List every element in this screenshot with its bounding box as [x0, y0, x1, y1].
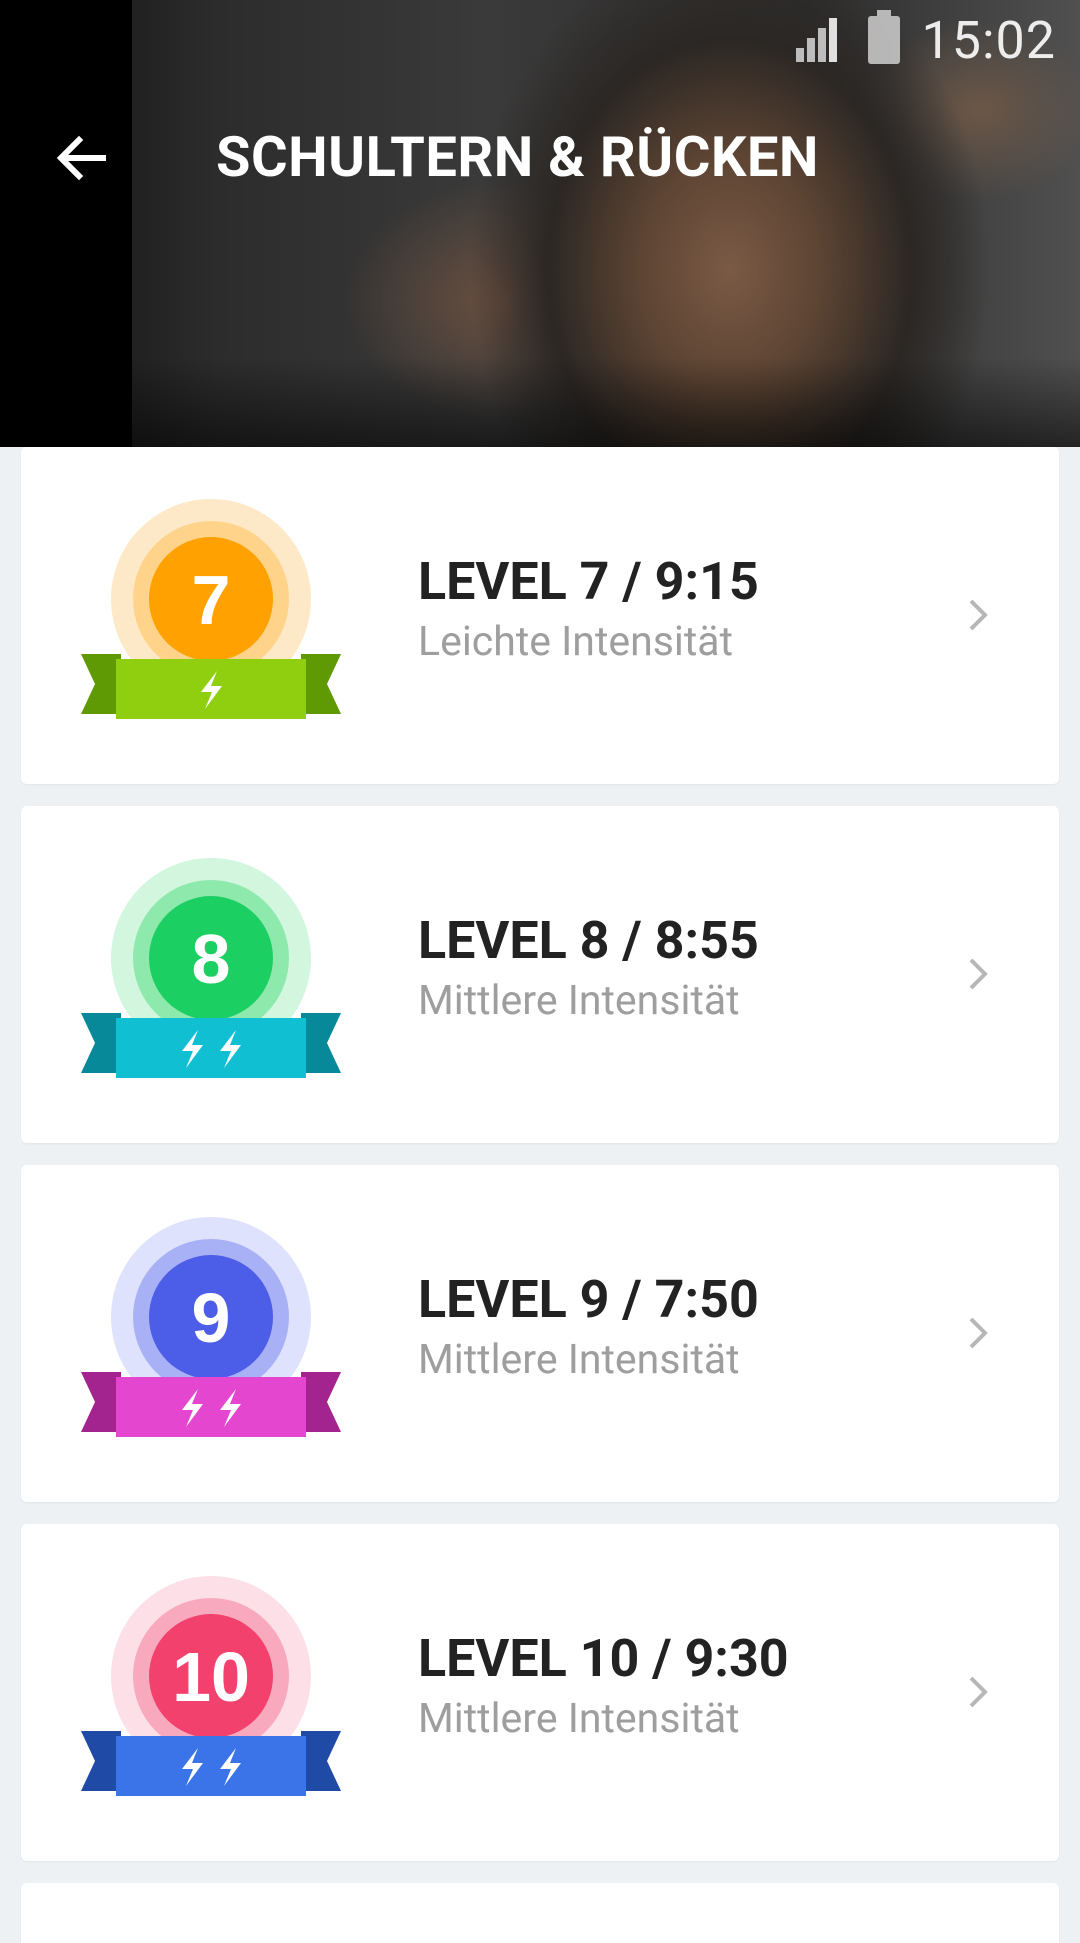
ribbon-band: [116, 1018, 306, 1078]
signal-icon: [795, 16, 846, 64]
badge-number: 10: [172, 1638, 250, 1716]
chevron-right-icon: [969, 1317, 988, 1349]
level-intensity: Leichte Intensität: [418, 618, 734, 666]
level-card-10[interactable]: 10 LEVEL 10 / 9:30 Mittlere Intensität: [21, 1524, 1059, 1861]
level-card-7[interactable]: 7 LEVEL 7 / 9:15 Leichte Intensität: [21, 447, 1059, 784]
level-badge: 8: [81, 858, 341, 1078]
level-title: LEVEL 7 / 9:15: [418, 551, 759, 612]
level-badge: 7: [81, 499, 341, 719]
battery-icon: [867, 10, 900, 64]
level-intensity: Mittlere Intensität: [418, 977, 740, 1025]
level-card-8[interactable]: 8 LEVEL 8 / 8:55 Mittlere Intensität: [21, 806, 1059, 1143]
level-title: LEVEL 9 / 7:50: [418, 1269, 759, 1330]
ribbon-tail-right: [301, 1372, 341, 1432]
ribbon-band: [116, 1736, 306, 1796]
chevron-right-icon: [969, 599, 988, 631]
header-banner: 15:02 SCHULTERN & RÜCKEN: [0, 0, 1080, 447]
ribbon-tail-left: [81, 654, 121, 714]
chevron-right-icon: [969, 958, 988, 990]
level-card-9[interactable]: 9 LEVEL 9 / 7:50 Mittlere Intensität: [21, 1165, 1059, 1502]
ribbon-tail-left: [81, 1372, 121, 1432]
ribbon-tail-right: [301, 654, 341, 714]
page-title: SCHULTERN & RÜCKEN: [216, 124, 819, 190]
badge-number: 7: [192, 561, 231, 639]
level-title: LEVEL 10 / 9:30: [418, 1628, 789, 1689]
arrow-left-icon: [56, 135, 106, 181]
badge-number: 9: [192, 1279, 231, 1357]
status-bar: 15:02: [795, 8, 1057, 72]
ribbon-tail-right: [301, 1731, 341, 1791]
ribbon-tail-left: [81, 1731, 121, 1791]
ribbon-tail-left: [81, 1013, 121, 1073]
level-intensity: Mittlere Intensität: [418, 1695, 740, 1743]
level-intensity: Mittlere Intensität: [418, 1336, 740, 1384]
status-time: 15:02: [921, 9, 1056, 71]
level-badge: 10: [81, 1576, 341, 1796]
level-card-11[interactable]: [21, 1883, 1059, 1943]
chevron-right-icon: [969, 1676, 988, 1708]
level-badge: 9: [81, 1217, 341, 1437]
back-button[interactable]: [46, 118, 116, 198]
ribbon-tail-right: [301, 1013, 341, 1073]
badge-number: 8: [192, 920, 231, 998]
level-title: LEVEL 8 / 8:55: [418, 910, 759, 971]
ribbon-band: [116, 1377, 306, 1437]
